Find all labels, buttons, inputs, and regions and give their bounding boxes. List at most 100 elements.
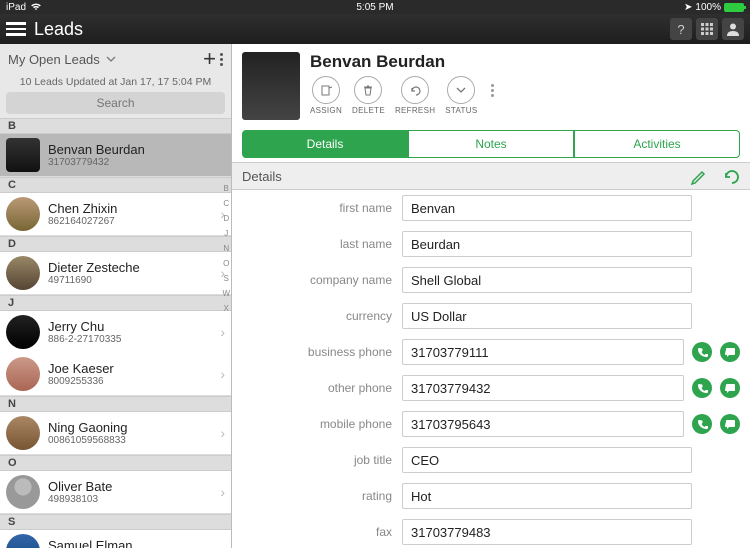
field-label: last name — [242, 237, 402, 251]
chevron-right-icon: › — [220, 324, 225, 340]
fax-field[interactable] — [402, 519, 692, 545]
detail-title: Benvan Beurdan — [310, 52, 740, 72]
chevron-right-icon: › — [220, 484, 225, 500]
field-label: mobile phone — [242, 417, 402, 431]
page-title: Leads — [34, 19, 83, 40]
other-phone-field[interactable] — [402, 375, 684, 401]
lead-item[interactable]: Chen Zhixin 862164027267 › — [0, 193, 231, 236]
field-label: job title — [242, 453, 402, 467]
section-title: Details — [242, 169, 282, 184]
chevron-down-icon — [106, 56, 116, 62]
tab-activities[interactable]: Activities — [574, 130, 740, 158]
avatar — [6, 475, 40, 509]
title-bar: Leads ? — [0, 14, 750, 44]
avatar — [6, 357, 40, 391]
lead-item[interactable]: Jerry Chu 886-2-27170335 › — [0, 311, 231, 353]
lead-name: Chen Zhixin — [48, 201, 220, 216]
location-icon: ➤ — [684, 2, 692, 13]
avatar — [6, 416, 40, 450]
lead-name: Ning Gaoning — [48, 420, 220, 435]
field-label: fax — [242, 525, 402, 539]
rating-field[interactable] — [402, 483, 692, 509]
chevron-right-icon: › — [220, 425, 225, 441]
detail-avatar — [242, 52, 300, 120]
filter-selector[interactable]: My Open Leads — [8, 52, 116, 67]
company-field[interactable] — [402, 267, 692, 293]
section-header: B — [0, 118, 231, 134]
first-name-field[interactable] — [402, 195, 692, 221]
lead-name: Benvan Beurdan — [48, 142, 225, 157]
menu-icon[interactable] — [6, 22, 26, 36]
call-icon[interactable] — [692, 414, 712, 434]
lead-item[interactable]: Ning Gaoning 00861059568833 › — [0, 412, 231, 455]
lead-sub: 8009255336 — [48, 376, 220, 387]
chevron-right-icon: › — [220, 366, 225, 382]
section-header: O — [0, 455, 231, 471]
assign-button[interactable]: ASSIGN — [310, 76, 342, 115]
status-button[interactable]: STATUS — [445, 76, 477, 115]
avatar — [6, 315, 40, 349]
help-icon[interactable]: ? — [670, 18, 692, 40]
lead-name: Samuel Elman — [48, 538, 220, 548]
detail-pane: Benvan Beurdan ASSIGN DELETE REFRESH — [232, 44, 750, 548]
edit-icon[interactable] — [690, 167, 708, 185]
status-bar: iPad 5:05 PM ➤ 100% — [0, 0, 750, 14]
avatar — [6, 534, 40, 548]
section-header: C — [0, 177, 231, 193]
update-status: 10 Leads Updated at Jan 17, 17 5:04 PM — [0, 74, 231, 92]
tab-details[interactable]: Details — [242, 130, 408, 158]
call-icon[interactable] — [692, 342, 712, 362]
add-lead-button[interactable]: + — [203, 46, 216, 72]
call-icon[interactable] — [692, 378, 712, 398]
refresh-button[interactable]: REFRESH — [395, 76, 435, 115]
lead-name: Jerry Chu — [48, 319, 220, 334]
detail-more-icon[interactable] — [491, 84, 494, 97]
profile-icon[interactable] — [722, 18, 744, 40]
job-title-field[interactable] — [402, 447, 692, 473]
fields-list: first name last name company name curren… — [232, 190, 750, 548]
section-header: J — [0, 295, 231, 311]
battery-pct: 100% — [695, 2, 721, 13]
lead-sub: 49711690 — [48, 275, 220, 286]
alpha-index[interactable]: B C D J N O S W X — [222, 184, 230, 313]
currency-field[interactable] — [402, 303, 692, 329]
avatar — [6, 197, 40, 231]
sms-icon[interactable] — [720, 378, 740, 398]
refresh-section-icon[interactable] — [722, 167, 740, 185]
lead-name: Dieter Zesteche — [48, 260, 220, 275]
avatar — [6, 256, 40, 290]
lead-name: Oliver Bate — [48, 479, 220, 494]
sms-icon[interactable] — [720, 342, 740, 362]
clock: 5:05 PM — [356, 2, 393, 13]
mobile-phone-field[interactable] — [402, 411, 684, 437]
lead-name: Joe Kaeser — [48, 361, 220, 376]
section-header: D — [0, 236, 231, 252]
detail-tabs: Details Notes Activities — [232, 126, 750, 162]
lead-item[interactable]: Dieter Zesteche 49711690 › — [0, 252, 231, 295]
field-label: currency — [242, 309, 402, 323]
sms-icon[interactable] — [720, 414, 740, 434]
last-name-field[interactable] — [402, 231, 692, 257]
apps-icon[interactable] — [696, 18, 718, 40]
field-label: company name — [242, 273, 402, 287]
avatar — [6, 138, 40, 172]
lead-sub: 886-2-27170335 — [48, 334, 220, 345]
lead-sub: 862164027267 — [48, 216, 220, 227]
business-phone-field[interactable] — [402, 339, 684, 365]
lead-item[interactable]: Oliver Bate 498938103 › — [0, 471, 231, 514]
wifi-icon — [30, 3, 42, 11]
lead-item[interactable]: Benvan Beurdan 31703779432 — [0, 134, 231, 177]
lead-item[interactable]: Samuel Elman 865922239172 › — [0, 530, 231, 548]
section-header: N — [0, 396, 231, 412]
leads-list[interactable]: B Benvan Beurdan 31703779432 C Chen Zhix… — [0, 118, 231, 548]
field-label: business phone — [242, 345, 402, 359]
lead-sub: 31703779432 — [48, 157, 225, 168]
lead-item[interactable]: Joe Kaeser 8009255336 › — [0, 353, 231, 396]
field-label: first name — [242, 201, 402, 215]
delete-button[interactable]: DELETE — [352, 76, 385, 115]
sidebar-more-icon[interactable] — [220, 53, 223, 66]
search-input[interactable] — [6, 92, 225, 114]
battery-icon — [724, 3, 744, 12]
lead-sub: 00861059568833 — [48, 435, 220, 446]
tab-notes[interactable]: Notes — [408, 130, 574, 158]
